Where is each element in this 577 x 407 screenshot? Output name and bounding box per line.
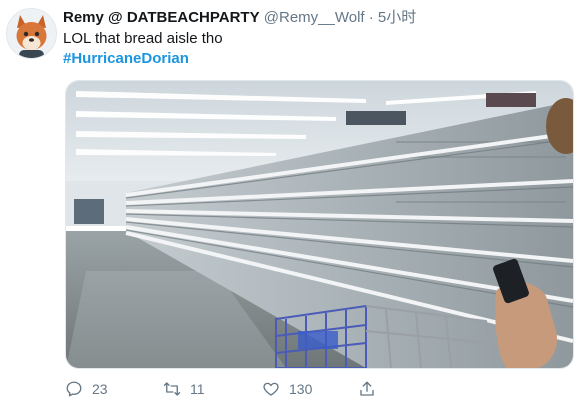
tweet-media-photo[interactable]: [65, 80, 574, 369]
like-button[interactable]: 130: [262, 380, 312, 398]
tweet-header: Remy @ DATBEACHPARTY @Remy__Wolf · 5小时: [63, 8, 567, 28]
hashtag-link[interactable]: #HurricaneDorian: [63, 49, 567, 69]
share-button[interactable]: [358, 380, 385, 398]
user-handle[interactable]: @Remy__Wolf: [264, 9, 365, 26]
separator-dot: ·: [368, 9, 374, 26]
retweet-icon: [163, 382, 181, 396]
tweet-timestamp[interactable]: 5小时: [378, 9, 416, 26]
reply-button[interactable]: 23: [65, 380, 108, 398]
wolf-avatar-icon: [7, 9, 56, 58]
retweet-count: 11: [190, 381, 205, 397]
avatar[interactable]: [6, 8, 57, 59]
like-count: 130: [289, 381, 313, 397]
tweet-text: LOL that bread aisle tho: [63, 30, 223, 47]
reply-icon: [66, 381, 82, 397]
reply-count: 23: [92, 381, 108, 397]
retweet-button[interactable]: 11: [163, 380, 205, 398]
display-name[interactable]: Remy @ DATBEACHPARTY: [63, 9, 260, 26]
empty-bread-aisle-photo: [66, 81, 573, 368]
tweet-body: Remy @ DATBEACHPARTY @Remy__Wolf · 5小时 L…: [63, 8, 567, 69]
share-icon: [360, 381, 374, 396]
heart-icon: [263, 382, 279, 396]
